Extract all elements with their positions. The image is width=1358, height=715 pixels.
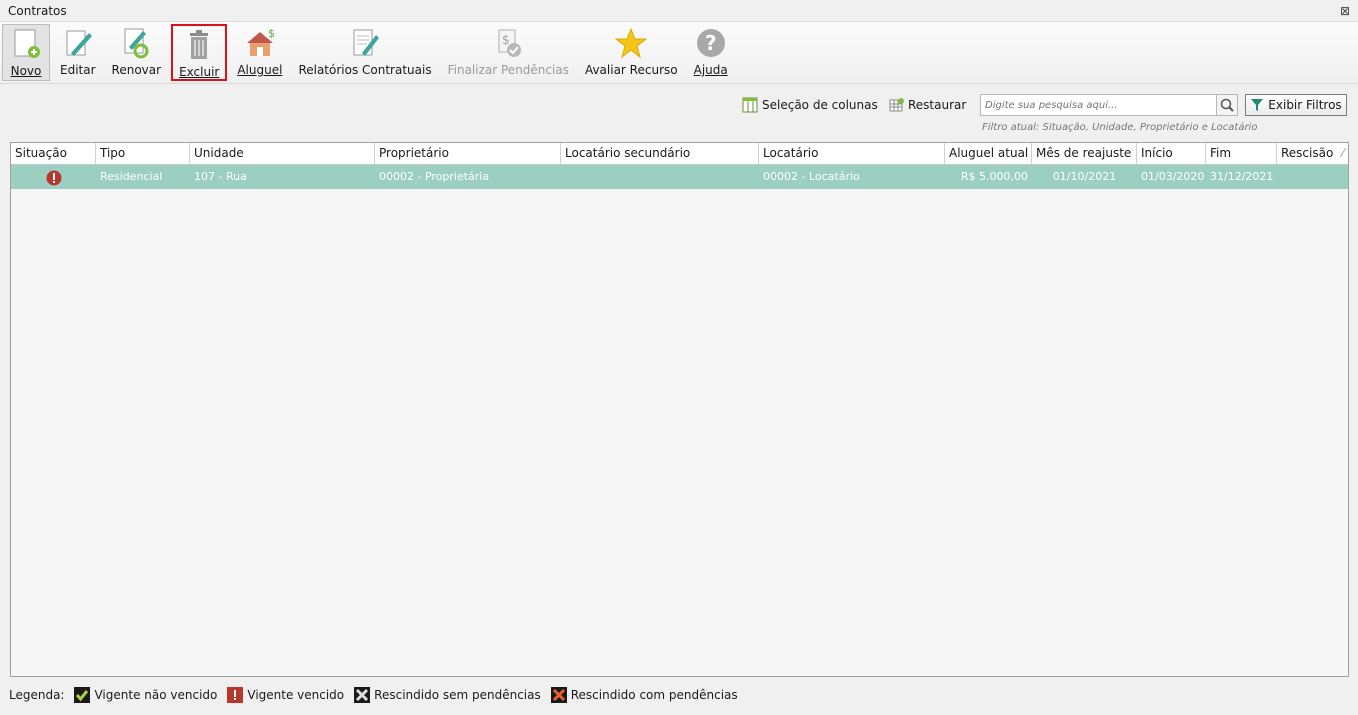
rent-button[interactable]: $ Aluguel xyxy=(231,24,288,81)
show-filters-label: Exibir Filtros xyxy=(1268,98,1342,112)
help-icon: ? xyxy=(696,29,725,57)
close-icon[interactable]: ⊠ xyxy=(1340,4,1350,18)
renew-button[interactable]: Renovar xyxy=(106,24,168,81)
legend-label-active-not-expired: Vigente não vencido xyxy=(94,688,218,702)
legend-label-terminated-pending: Rescindido com pendências xyxy=(570,688,738,702)
svg-text:$: $ xyxy=(502,33,510,47)
column-header-proprietario[interactable]: Proprietário xyxy=(375,143,561,164)
terminated-clean-icon xyxy=(354,687,371,703)
action-bar: Seleção de colunas Restaurar Exibir Filt… xyxy=(0,94,1358,142)
contracts-table: Situação Tipo Unidade Proprietário Locat… xyxy=(10,142,1349,677)
edit-button[interactable]: Editar xyxy=(54,24,102,81)
finalize-pending-label: Finalizar Pendências xyxy=(447,63,569,77)
report-icon xyxy=(353,29,380,56)
help-button[interactable]: ? Ajuda xyxy=(688,24,734,81)
legend-title: Legenda: xyxy=(9,688,65,702)
house-money-icon: $ xyxy=(246,27,275,56)
svg-text:?: ? xyxy=(705,31,717,55)
column-header-rescisao[interactable]: Rescisão ⁄ xyxy=(1277,143,1348,164)
evaluate-resource-label: Avaliar Recurso xyxy=(584,63,678,77)
cell-fim: 31/12/2021 xyxy=(1210,170,1274,183)
restore-label: Restaurar xyxy=(908,98,967,112)
renew-label: Renovar xyxy=(111,63,162,77)
search-input[interactable] xyxy=(980,94,1217,116)
search-icon xyxy=(1220,98,1234,112)
cell-rescisao xyxy=(1277,165,1348,189)
reports-button[interactable]: Relatórios Contratuais xyxy=(292,24,437,81)
search-button[interactable] xyxy=(1217,94,1238,116)
evaluate-resource-button[interactable]: Avaliar Recurso xyxy=(579,24,684,81)
cell-locatario: 00002 - Locatário xyxy=(763,170,860,183)
status-cell xyxy=(11,165,96,189)
new-document-icon xyxy=(14,29,40,58)
cell-proprietario: 00002 - Proprietária xyxy=(379,170,490,183)
money-check-icon: $ xyxy=(498,29,522,57)
sort-icon: ⁄ xyxy=(1341,146,1344,160)
svg-text:$: $ xyxy=(268,27,275,40)
column-header-locatario[interactable]: Locatário xyxy=(759,143,945,164)
cell-aluguel: R$ 5.000,00 xyxy=(960,170,1028,183)
column-selection-button[interactable]: Seleção de colunas xyxy=(742,97,878,113)
edit-label: Editar xyxy=(60,63,96,77)
legend-label-terminated-no-pending: Rescindido sem pendências xyxy=(374,688,541,702)
column-header-locatario-secundario[interactable]: Locatário secundário xyxy=(561,143,759,164)
column-header-fim[interactable]: Fim xyxy=(1206,143,1277,164)
column-header-situacao[interactable]: Situação xyxy=(11,143,96,164)
legend-item-terminated-pending: Rescindido com pendências xyxy=(550,687,738,703)
delete-button[interactable]: Excluir xyxy=(171,24,228,81)
column-header-unidade[interactable]: Unidade xyxy=(190,143,375,164)
new-button[interactable]: Novo xyxy=(2,24,50,81)
terminated-pending-icon xyxy=(550,687,567,703)
renew-icon xyxy=(124,28,149,59)
current-filter-text: Filtro atual: Situação, Unidade, Proprie… xyxy=(982,122,1258,133)
edit-icon xyxy=(66,30,92,56)
restore-button[interactable]: Restaurar xyxy=(888,97,966,113)
window-title: Contratos xyxy=(8,3,67,18)
legend-item-terminated-no-pending: Rescindido sem pendências xyxy=(354,687,541,703)
active-expired-icon xyxy=(227,687,244,703)
trash-icon xyxy=(190,30,209,59)
warning-icon xyxy=(46,170,61,186)
active-check-icon xyxy=(74,687,91,703)
legend-item-active-not-expired: Vigente não vencido xyxy=(74,687,217,703)
filter-icon xyxy=(1251,99,1264,111)
help-label: Ajuda xyxy=(693,63,728,77)
rent-label: Aluguel xyxy=(237,63,283,77)
toolbar: Novo Editar Renovar Excluir $ Aluguel Re… xyxy=(0,22,1358,84)
rescisao-label: Rescisão xyxy=(1281,146,1334,160)
table-row[interactable]: Residencial 107 - Rua 00002 - Proprietár… xyxy=(11,165,1348,189)
column-header-aluguel-atual[interactable]: Aluguel atual xyxy=(945,143,1032,164)
legend-label-active-expired: Vigente vencido xyxy=(247,688,345,702)
cell-locatario-secundario xyxy=(561,165,759,189)
search-box xyxy=(980,94,1238,116)
cell-tipo: Residencial xyxy=(100,170,163,183)
reports-label: Relatórios Contratuais xyxy=(298,63,432,77)
legend-item-active-expired: Vigente vencido xyxy=(227,687,344,703)
restore-grid-icon xyxy=(889,98,904,112)
cell-unidade: 107 - Rua xyxy=(194,170,247,183)
columns-icon xyxy=(742,97,758,113)
table-header: Situação Tipo Unidade Proprietário Locat… xyxy=(11,143,1348,165)
column-header-mes-reajuste[interactable]: Mês de reajuste xyxy=(1032,143,1137,164)
column-selection-label: Seleção de colunas xyxy=(762,98,878,112)
cell-mes-reajuste: 01/10/2021 xyxy=(1052,170,1117,183)
column-header-inicio[interactable]: Início xyxy=(1137,143,1206,164)
new-label: Novo xyxy=(10,64,42,78)
legend: Legenda: Vigente não vencido Vigente ven… xyxy=(9,687,748,703)
delete-label: Excluir xyxy=(179,65,220,79)
star-icon xyxy=(614,27,648,59)
column-header-tipo[interactable]: Tipo xyxy=(96,143,190,164)
finalize-pending-button[interactable]: $ Finalizar Pendências xyxy=(442,24,575,81)
window-titlebar: Contratos ⊠ xyxy=(0,0,1358,22)
cell-inicio: 01/03/2020 xyxy=(1141,170,1205,183)
show-filters-button[interactable]: Exibir Filtros xyxy=(1245,94,1347,116)
